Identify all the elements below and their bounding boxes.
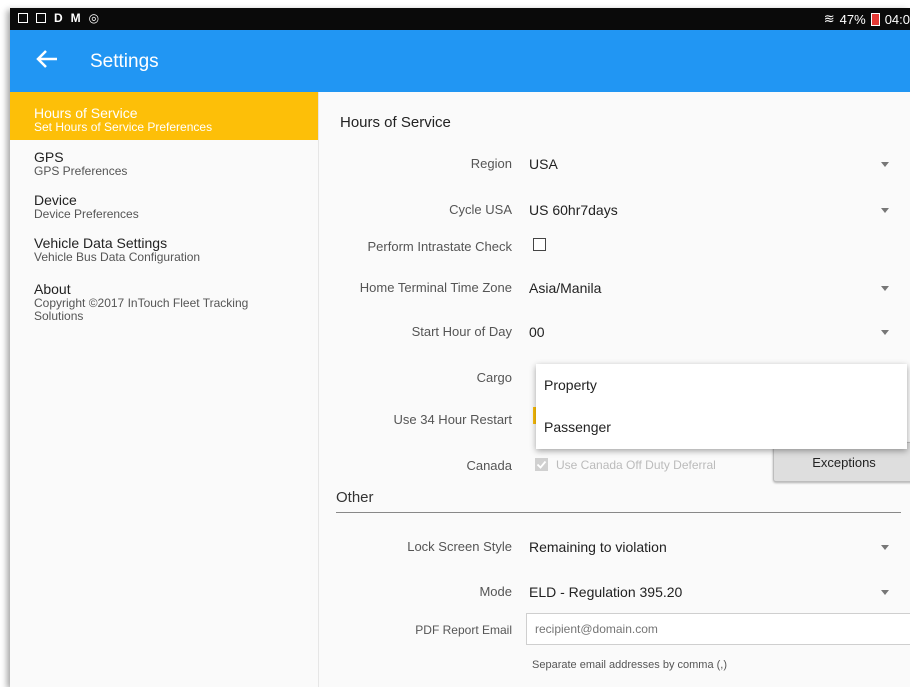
- cargo-option-passenger[interactable]: Passenger: [536, 406, 907, 448]
- pdf-email-label: PDF Report Email: [415, 623, 512, 637]
- sidebar-item-sub: Copyright ©2017 InTouch Fleet Tracking S…: [34, 296, 249, 323]
- status-bar: D M ◎ ≋ 47% 04:0: [10, 8, 910, 30]
- wifi-icon: ≋: [823, 11, 835, 26]
- pdf-email-hint: Separate email addresses by comma (,): [532, 659, 728, 671]
- intrastate-label: Perform Intrastate Check: [367, 239, 513, 254]
- back-button[interactable]: [32, 44, 62, 74]
- clock: 04:0: [884, 11, 910, 27]
- canada-label: Canada: [466, 458, 512, 473]
- sync-icon: ◎: [88, 11, 100, 25]
- sidebar-item-gps[interactable]: GPS GPS Preferences: [10, 140, 318, 188]
- chevron-down-icon: [881, 545, 889, 550]
- lock-screen-value: Remaining to violation: [529, 539, 667, 555]
- region-dropdown[interactable]: USA: [529, 152, 899, 178]
- battery-icon: [870, 12, 880, 26]
- mode-value: ELD - Regulation 395.20: [529, 584, 683, 600]
- chevron-down-icon: [881, 286, 889, 291]
- start-hour-label: Start Hour of Day: [411, 324, 512, 339]
- cargo-option-property[interactable]: Property: [536, 364, 907, 406]
- intrastate-checkbox[interactable]: [533, 238, 546, 251]
- lock-screen-dropdown[interactable]: Remaining to violation: [529, 535, 899, 561]
- check-icon: [536, 460, 547, 469]
- cycle-dropdown[interactable]: US 60hr7days: [529, 198, 899, 224]
- sidebar-item-label: Device: [34, 192, 77, 208]
- lock-screen-label: Lock Screen Style: [407, 539, 512, 554]
- sidebar-item-label: About: [34, 281, 71, 297]
- timezone-value: Asia/Manila: [529, 280, 602, 296]
- timezone-dropdown[interactable]: Asia/Manila: [529, 276, 899, 302]
- region-label: Region: [470, 156, 512, 171]
- canada-deferral-checkbox[interactable]: [535, 458, 548, 471]
- gallery-icon: [18, 13, 28, 23]
- canada-deferral-label: Use Canada Off Duty Deferral: [556, 458, 716, 472]
- sidebar-item-label: Hours of Service: [34, 105, 138, 121]
- chevron-down-icon: [881, 162, 889, 167]
- timezone-label: Home Terminal Time Zone: [359, 280, 512, 295]
- page-title: Settings: [90, 51, 159, 72]
- start-hour-dropdown[interactable]: 00: [529, 320, 899, 346]
- pdf-email-input[interactable]: [526, 613, 910, 645]
- sidebar-item-device[interactable]: Device Device Preferences: [10, 188, 318, 235]
- cycle-label: Cycle USA: [449, 202, 512, 217]
- sidebar-item-sub: Set Hours of Service Preferences: [34, 120, 213, 134]
- other-section-title: Other: [336, 489, 374, 506]
- region-value: USA: [529, 156, 558, 172]
- start-hour-value: 00: [529, 324, 545, 340]
- sidebar-item-sub: Vehicle Bus Data Configuration: [34, 250, 201, 264]
- mail-icon: [36, 13, 46, 23]
- battery-percent: 47%: [839, 11, 866, 27]
- sidebar-item-sub: GPS Preferences: [34, 164, 128, 178]
- sidebar-item-vehicle-data-settings[interactable]: Vehicle Data Settings Vehicle Bus Data C…: [10, 235, 318, 281]
- status-icon-d: D: [54, 11, 63, 25]
- sidebar-item-label: Vehicle Data Settings: [34, 235, 168, 251]
- mode-dropdown[interactable]: ELD - Regulation 395.20: [529, 580, 899, 606]
- arrow-left-icon: [36, 50, 57, 68]
- status-icon-m: M: [70, 11, 81, 25]
- sidebar-item-sub: Device Preferences: [34, 207, 139, 221]
- chevron-down-icon: [881, 590, 889, 595]
- restart-label: Use 34 Hour Restart: [393, 412, 513, 427]
- cargo-dropdown-menu: Property Passenger: [536, 364, 907, 449]
- other-divider: [336, 512, 901, 513]
- chevron-down-icon: [881, 208, 889, 213]
- cargo-label: Cargo: [476, 370, 512, 385]
- sidebar-item-about[interactable]: About Copyright ©2017 InTouch Fleet Trac…: [10, 281, 318, 331]
- hos-section-title: Hours of Service: [340, 114, 451, 131]
- sidebar-item-label: GPS: [34, 149, 64, 165]
- sidebar-item-hours-of-service[interactable]: Hours of Service Set Hours of Service Pr…: [10, 92, 318, 140]
- app-frame: D M ◎ ≋ 47% 04:0 Settings Hours of Servi…: [10, 8, 910, 687]
- settings-sidebar: Hours of Service Set Hours of Service Pr…: [10, 92, 319, 687]
- app-bar: Settings: [10, 30, 910, 92]
- mode-label: Mode: [479, 584, 512, 599]
- chevron-down-icon: [881, 330, 889, 335]
- cycle-value: US 60hr7days: [529, 202, 618, 218]
- settings-content: Hours of Service Region USA Cycle USA US…: [319, 92, 910, 687]
